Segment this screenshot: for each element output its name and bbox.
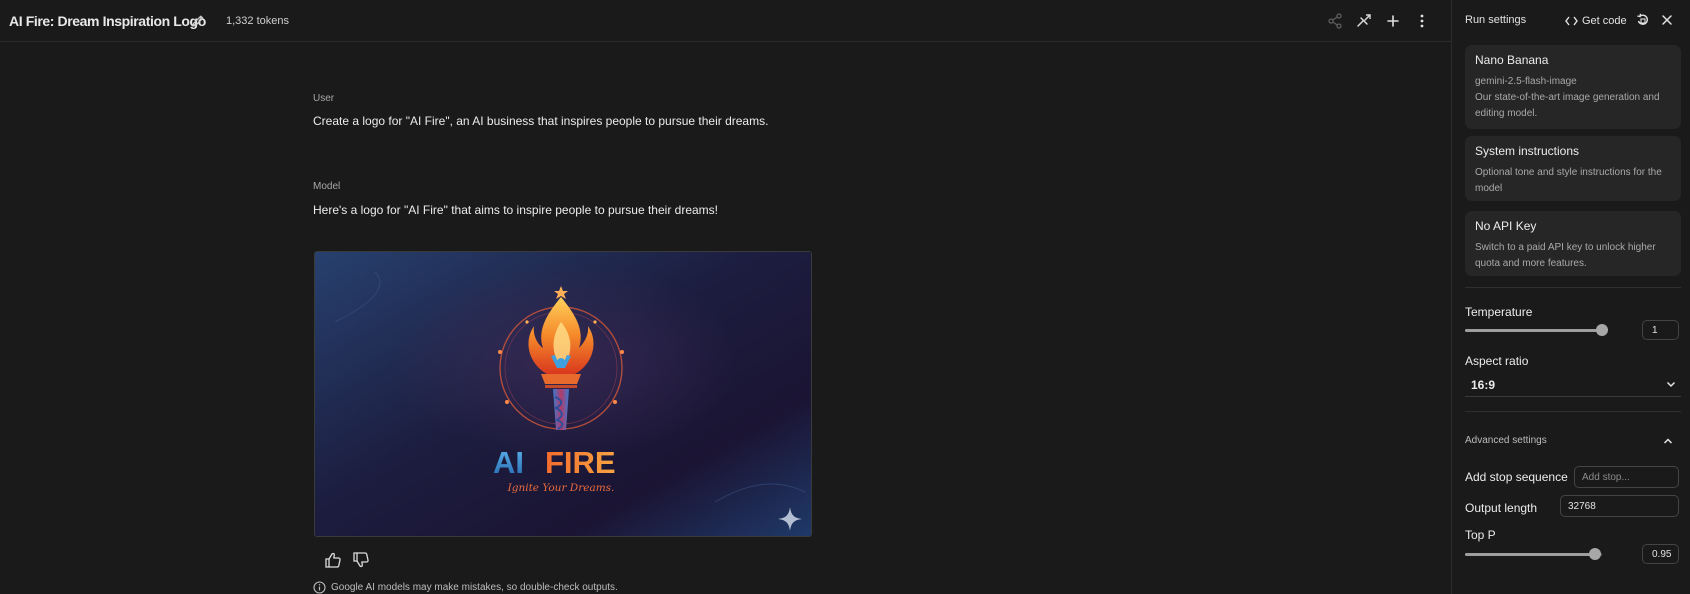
aspect-ratio-select[interactable]: 16:9 — [1465, 373, 1681, 397]
aspect-ratio-label: Aspect ratio — [1465, 354, 1529, 368]
top-p-label: Top P — [1465, 528, 1496, 542]
api-key-card[interactable]: No API Key Switch to a paid API key to u… — [1465, 211, 1681, 276]
output-length-input[interactable]: 32768 — [1560, 495, 1679, 517]
model-message: Here's a logo for "AI Fire" that aims to… — [313, 203, 718, 217]
add-icon[interactable] — [1384, 12, 1402, 30]
get-code-button[interactable]: Get code — [1565, 13, 1627, 29]
stop-sequence-label: Add stop sequence — [1465, 470, 1568, 484]
share-icon[interactable] — [1326, 12, 1344, 30]
logo-text-fire: FIRE — [545, 445, 616, 480]
top-p-slider[interactable] — [1465, 548, 1602, 560]
compare-icon[interactable] — [1355, 12, 1373, 30]
logo-text-ai: AI — [493, 445, 524, 480]
stop-sequence-input[interactable]: Add stop... — [1574, 466, 1679, 488]
top-p-slider-thumb[interactable] — [1589, 548, 1601, 560]
model-id: gemini-2.5-flash-image — [1475, 76, 1577, 87]
temperature-input[interactable]: 1 — [1642, 320, 1679, 340]
generated-image[interactable]: AI FIRE Ignite Your Dreams. — [314, 251, 812, 537]
logo-tagline: Ignite Your Dreams. — [507, 482, 615, 494]
code-icon — [1565, 16, 1578, 26]
disclaimer-text: Google AI models may make mistakes, so d… — [331, 582, 618, 593]
output-length-label: Output length — [1465, 501, 1538, 515]
temperature-slider-thumb[interactable] — [1596, 324, 1608, 336]
temperature-slider[interactable] — [1465, 324, 1608, 336]
thumbs-up-icon[interactable] — [323, 551, 343, 569]
system-instructions-card[interactable]: System instructions Optional tone and st… — [1465, 136, 1681, 201]
divider — [1465, 411, 1681, 412]
get-code-label: Get code — [1582, 15, 1627, 27]
temperature-slider-fill — [1465, 329, 1602, 332]
api-card-title: No API Key — [1475, 219, 1537, 233]
advanced-settings-toggle[interactable]: Advanced settings — [1465, 435, 1547, 446]
chevron-up-icon[interactable] — [1661, 434, 1675, 448]
model-card[interactable]: Nano Banana gemini-2.5-flash-image Our s… — [1465, 45, 1681, 129]
api-card-description: Switch to a paid API key to unlock highe… — [1475, 242, 1656, 269]
page-title: AI Fire: Dream Inspiration Logo — [9, 13, 206, 29]
system-card-description: Optional tone and style instructions for… — [1475, 167, 1662, 194]
thumbs-down-icon[interactable] — [351, 551, 371, 569]
token-count: 1,332 tokens — [226, 15, 289, 27]
more-vert-icon[interactable] — [1413, 12, 1431, 30]
divider — [1465, 287, 1681, 288]
run-settings-panel: Run settings Get code Nano Banana gemini… — [1451, 0, 1690, 594]
chevron-down-icon — [1666, 381, 1676, 388]
panel-title: Run settings — [1465, 14, 1527, 26]
system-card-title: System instructions — [1475, 144, 1580, 158]
top-p-input[interactable]: 0.95 — [1642, 544, 1679, 564]
model-card-title: Nano Banana — [1475, 53, 1549, 67]
aspect-ratio-value: 16:9 — [1471, 378, 1496, 392]
top-p-slider-fill — [1465, 553, 1595, 556]
reset-icon[interactable] — [1635, 12, 1651, 28]
user-message: Create a logo for "AI Fire", an AI busin… — [313, 114, 769, 128]
top-bar: AI Fire: Dream Inspiration Logo 1,332 to… — [0, 0, 1451, 42]
disclaimer: Google AI models may make mistakes, so d… — [313, 581, 618, 594]
info-icon — [313, 581, 326, 594]
user-role-label: User — [313, 93, 335, 104]
edit-icon[interactable] — [190, 13, 206, 29]
app-window: AI Fire: Dream Inspiration Logo 1,332 to… — [0, 0, 1690, 594]
model-role-label: Model — [313, 181, 341, 192]
model-description: Our state-of-the-art image generation an… — [1475, 92, 1660, 119]
close-icon[interactable] — [1659, 12, 1675, 28]
temperature-label: Temperature — [1465, 305, 1533, 319]
panel-header: Run settings Get code — [1452, 0, 1690, 40]
